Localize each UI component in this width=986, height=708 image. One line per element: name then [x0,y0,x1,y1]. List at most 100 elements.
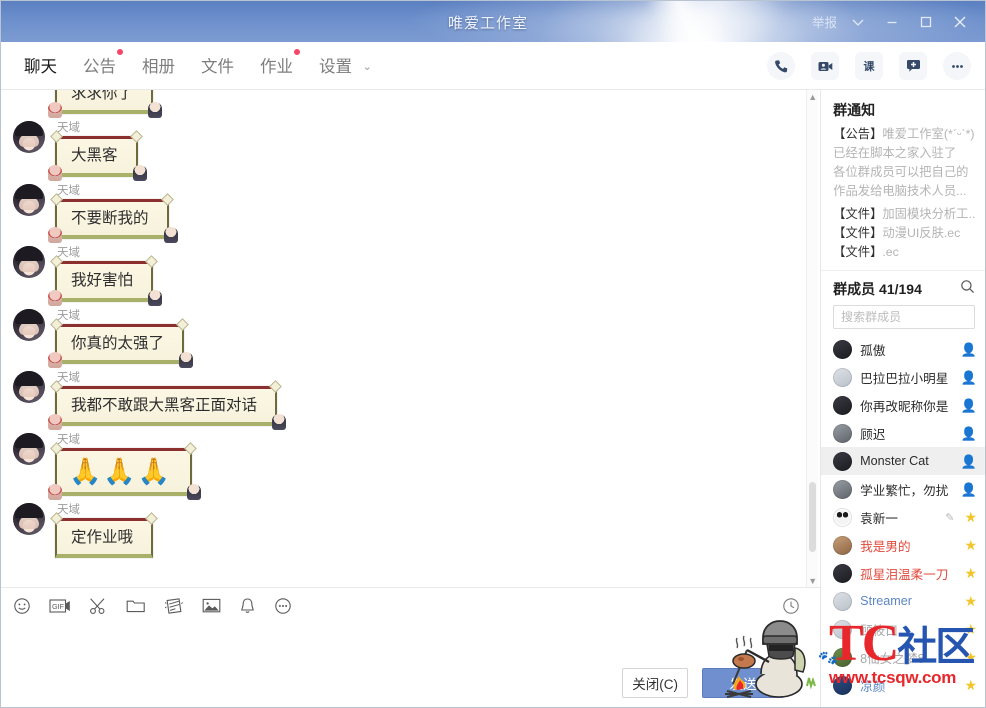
scrollbar-thumb[interactable] [809,482,817,552]
avatar [833,367,853,387]
notice-line[interactable]: 各位群成员可以把自己的 [833,163,975,182]
notice-line[interactable]: 作品发给电脑技术人员... [833,182,975,201]
shake-window-icon[interactable] [164,597,184,615]
avatar[interactable] [13,502,45,535]
class-lesson-icon[interactable]: 课 [855,52,883,80]
emoji-icon[interactable] [13,597,31,615]
bell-reminder-icon[interactable] [239,597,256,615]
phone-call-icon[interactable] [767,52,795,80]
tab-chat[interactable]: 聊天 [13,47,68,93]
minimize-icon[interactable] [875,6,909,38]
message-bubble[interactable]: 求求你了 [48,90,163,119]
scroll-down-arrow-icon[interactable]: ▼ [807,574,818,587]
message-content: 求求你了 [48,90,163,119]
close-icon[interactable] [943,6,977,38]
message-bubble[interactable]: 不要断我的 [48,192,178,244]
notification-dot-icon [117,49,123,55]
window-title-bar: 唯爱工作室 举报 [1,1,985,42]
member-row[interactable]: 孤傲 👤 [821,335,985,363]
member-row[interactable]: 孤星泪温柔一刀 ★ [821,559,985,587]
edit-pencil-icon[interactable]: ✎ [945,511,954,524]
search-icon[interactable] [960,279,975,299]
message-bubble[interactable]: 我都不敢跟大黑客正面对话 [48,380,287,431]
member-name: 8仙女之梦8 [860,651,925,666]
window-body: 求求你了 天域 大黑客 天域 不要断我的 天域 我好害怕 天域 你真的太强了 天… [1,90,985,707]
avatar[interactable] [13,183,45,216]
avatar[interactable] [13,246,45,279]
message-item: 天域 定作业哦 [9,499,816,559]
notice-file-line[interactable]: 【文件】加固模块分析工... [833,205,975,224]
scroll-up-arrow-icon[interactable]: ▲ [807,90,818,103]
message-content: 天域 你真的太强了 [48,305,194,368]
message-sender: 天域 [57,434,80,447]
notice-line[interactable]: 【公告】唯爱工作室(*ˊᵕˋ*) [833,125,975,144]
folder-file-icon[interactable] [126,597,146,614]
member-row[interactable]: 顾筱口 ★ [821,615,985,643]
bubble-figure-icon [163,227,178,244]
avatar[interactable] [13,370,45,403]
bubble-figure-icon [48,351,62,368]
member-row[interactable]: 巴拉巴拉小明星 👤 [821,363,985,391]
close-button[interactable]: 关闭(C) [622,668,689,698]
message-text: 我好害怕 [71,272,134,290]
tab-settings[interactable]: 设置 ⌄ [308,47,383,84]
message-bubble[interactable]: 🙏🙏🙏 [48,442,202,500]
avatar[interactable] [13,308,45,341]
member-name: 巴拉巴拉小明星 [860,371,949,386]
admin-badge-icon: 👤 [960,369,977,385]
avatar [833,675,853,695]
message-item: 天域 我都不敢跟大黑客正面对话 [9,367,816,431]
more-options-icon[interactable] [943,52,971,80]
maximize-icon[interactable] [909,6,943,38]
add-message-icon[interactable] [899,52,927,80]
message-content: 天域 定作业哦 [50,499,158,559]
send-button[interactable]: 发送 [702,668,785,698]
tab-announcement[interactable]: 公告 [72,47,127,84]
avatar [833,591,853,611]
message-list: 求求你了 天域 大黑客 天域 不要断我的 天域 我好害怕 天域 你真的太强了 天… [1,90,821,587]
member-row[interactable]: 8仙女之梦8 ★ [821,643,985,671]
tab-album[interactable]: 相册 [131,47,186,84]
tab-homework[interactable]: 作业 [249,47,304,84]
message-bubble[interactable]: 定作业哦 [50,511,158,559]
notice-text: .ec [882,245,899,260]
tab-homework-label: 作业 [260,58,293,76]
message-bubble[interactable]: 你真的太强了 [48,317,194,368]
image-picture-icon[interactable] [202,597,221,614]
message-bubble[interactable]: 大黑客 [48,130,147,181]
chevron-down-icon[interactable] [841,6,875,38]
bubble-figure-icon [48,414,62,431]
avatar[interactable] [13,433,45,466]
member-row[interactable]: 顾迟 👤 [821,419,985,447]
member-row[interactable]: 凉颜 ★ [821,671,985,699]
search-input[interactable] [833,305,975,330]
tab-files[interactable]: 文件 [190,47,245,84]
members-header: 群成员 41/194 [821,270,985,303]
avatar[interactable] [13,121,45,154]
message-content: 天域 🙏🙏🙏 [48,429,202,500]
chat-scrollbar[interactable]: ▲ ▼ [806,90,819,587]
gif-icon[interactable]: GIF [49,598,71,614]
message-editor[interactable] [1,623,821,657]
notice-file-line[interactable]: 【文件】.ec [833,243,975,262]
avatar [833,535,853,555]
member-row[interactable]: 袁新一 ✎ ★ [821,503,985,531]
admin-badge-icon: 👤 [960,341,977,357]
video-call-icon[interactable] [811,52,839,80]
member-row[interactable]: 你再改昵称你是 👤 [821,391,985,419]
message-bubble[interactable]: 我好害怕 [48,255,163,306]
chat-pane: 求求你了 天域 大黑客 天域 不要断我的 天域 我好害怕 天域 你真的太强了 天… [1,90,821,707]
member-row[interactable]: Streamer ★ [821,587,985,615]
clock-history-icon[interactable] [782,588,800,624]
notice-line[interactable]: 已经在脚本之家入驻了 [833,144,975,163]
member-name: 孤傲 [860,343,886,358]
more-tools-icon[interactable] [274,597,292,615]
screenshot-scissors-icon[interactable] [89,597,108,615]
member-row[interactable]: 我是男的 ★ [821,531,985,559]
report-button[interactable]: 举报 [812,12,837,31]
message-text: 大黑客 [71,147,118,165]
message-item: 天域 我好害怕 [9,242,816,306]
notice-file-line[interactable]: 【文件】动漫UI反肤.ec [833,224,975,243]
member-row-selected[interactable]: Monster Cat 👤 [821,447,985,476]
member-row[interactable]: 学业繁忙，勿扰 👤 [821,475,985,503]
